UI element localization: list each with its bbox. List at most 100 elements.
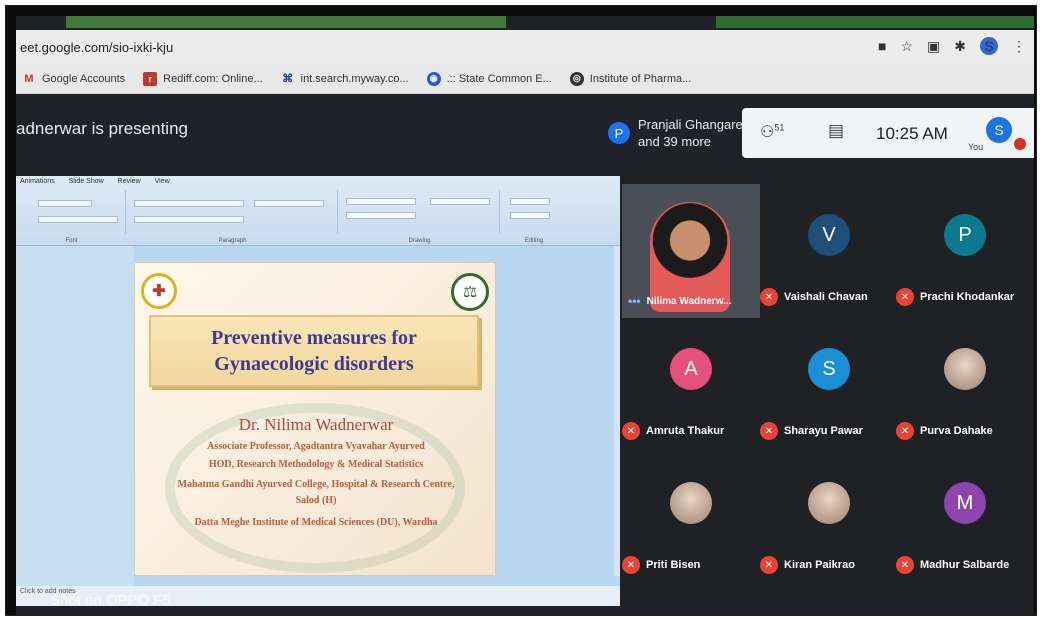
slide-title-line2: Gynaecologic disorders [214, 353, 414, 375]
mic-off-icon: ✕ [896, 422, 914, 440]
participant-tile[interactable]: A ✕ Amruta Thakur [622, 318, 760, 452]
recording-indicator [1014, 138, 1026, 150]
participant-photo [944, 348, 986, 390]
participant-video-tile[interactable]: ••• Nilima Wadnerw... [622, 184, 760, 318]
bookmark-myway[interactable]: ⌘ int.search.myway.co... [281, 72, 409, 86]
slide-title-box: Preventive measures for Gynaecologic dis… [149, 315, 479, 387]
monitor-screen: eet.google.com/sio-ixki-kju ■ ☆ ▣ ✱ S ⋮ … [16, 16, 1034, 615]
ribbon-tab[interactable]: Animations [20, 178, 55, 185]
participant-photo [808, 482, 850, 524]
slide-thumbnail-pane[interactable] [16, 246, 134, 586]
mic-off-icon: ✕ [760, 422, 778, 440]
participant-name: Prachi Khodankar [920, 291, 1015, 303]
participant-name: Amruta Thakur [646, 425, 725, 437]
photo-frame: eet.google.com/sio-ixki-kju ■ ☆ ▣ ✱ S ⋮ … [5, 5, 1037, 616]
slide-title-line1: Preventive measures for [211, 327, 417, 349]
participant-name: Madhur Salbarde [920, 559, 1010, 571]
powerpoint-ribbon: Animations Slide Show Review View Font P… [16, 176, 620, 246]
participant-name-row: ✕ Prachi Khodankar [896, 288, 1014, 306]
participant-name-row: ••• Nilima Wadnerw... [628, 294, 731, 308]
participant-photo [670, 482, 712, 524]
university-logo-icon: ⚖ [451, 273, 489, 311]
presenting-label: adnerwar is presenting [16, 119, 188, 138]
mic-off-icon: ✕ [622, 422, 640, 440]
meeting-clock: 10:25 AM [876, 124, 948, 143]
people-icon: ⚇ [760, 124, 775, 141]
ribbon-tab[interactable]: Review [118, 178, 141, 185]
bookmark-institute-pharma[interactable]: ◎ Institute of Pharma... [569, 71, 691, 86]
participant-tile[interactable]: M ✕ Madhur Salbarde [896, 452, 1034, 586]
participant-tile[interactable]: ✕ Kiran Paikrao [760, 452, 898, 586]
participant-name-row: ✕ Priti Bisen [622, 556, 700, 574]
profile-avatar[interactable]: S [980, 37, 998, 55]
ribbon-group-editing: Editing [504, 190, 564, 244]
participant-name-row: ✕ Kiran Paikrao [760, 556, 855, 574]
current-slide: ✚ ⚖ Preventive measures for Gynaecologic… [134, 262, 496, 576]
participant-name-row: ✕ Amruta Thakur [622, 422, 724, 440]
ribbon-tab[interactable]: View [155, 178, 170, 185]
participant-name-row: ✕ Sharayu Pawar [760, 422, 863, 440]
participant-name: Sharayu Pawar [784, 425, 863, 437]
people-button[interactable]: ⚇51 [760, 122, 784, 142]
people-count: 51 [774, 122, 785, 133]
ribbon-group-label: Paragraph [218, 238, 247, 244]
bookmark-state-common[interactable]: ◉ .:: State Common E... [426, 71, 552, 86]
slide-affiliation: Datta Meghe Institute of Medical Science… [194, 517, 438, 528]
bookmark-rediff[interactable]: r Rediff.com: Online... [143, 71, 263, 86]
url-text[interactable]: eet.google.com/sio-ixki-kju [20, 40, 173, 55]
participant-tile[interactable]: S ✕ Sharayu Pawar [760, 318, 898, 452]
presenter-info[interactable]: Pranjali Ghangare and 39 more [638, 116, 743, 150]
bookmark-label: Rediff.com: Online... [163, 72, 263, 85]
mic-off-icon: ✕ [622, 556, 640, 574]
meet-header: adnerwar is presenting P Pranjali Ghanga… [16, 94, 1034, 158]
participant-name: Nilima Wadnerw... [646, 295, 732, 307]
ribbon-group-label: Editing [524, 238, 544, 244]
participant-tile[interactable]: P ✕ Prachi Khodankar [896, 184, 1034, 318]
chat-button[interactable]: ▤ [828, 121, 844, 141]
slide-scrollbar[interactable] [614, 246, 620, 576]
puzzle-icon[interactable]: ✱ [954, 38, 966, 55]
ribbon-tabs: Animations Slide Show Review View [20, 178, 170, 185]
bookmarks-bar: M Google Accounts r Rediff.com: Online..… [16, 64, 1034, 94]
participant-tile[interactable]: ✕ Priti Bisen [622, 452, 760, 586]
presented-screen: Animations Slide Show Review View Font P… [16, 176, 620, 606]
slide-affiliation: Mahatma Gandhi Ayurved College, Hospital… [177, 479, 455, 490]
self-avatar[interactable]: S [986, 117, 1012, 143]
mic-off-icon: ✕ [896, 288, 914, 306]
presenter-avatar: P [608, 122, 630, 144]
ribbon-group-drawing: Drawing [340, 190, 500, 244]
tab-strip-right [716, 16, 1034, 28]
participant-name: Priti Bisen [646, 559, 701, 571]
myway-icon: ⌘ [282, 73, 294, 85]
participant-tile[interactable]: ✕ Purva Dahake [896, 318, 1034, 452]
world-icon: ◎ [569, 71, 584, 86]
presenter-name: Pranjali Ghangare [638, 117, 743, 132]
participant-name-row: ✕ Vaishali Chavan [760, 288, 868, 306]
chat-icon: ▤ [828, 121, 845, 140]
camera-icon[interactable]: ■ [878, 38, 886, 54]
camera-watermark: Shot on OPPO F5 [50, 592, 171, 609]
star-icon[interactable]: ☆ [900, 38, 913, 55]
ribbon-tab[interactable]: Slide Show [69, 178, 104, 185]
menu-icon[interactable]: ⋮ [1012, 38, 1026, 55]
slide-author: Dr. Nilima Wadnerwar [238, 415, 394, 434]
participant-avatar: V [808, 214, 850, 256]
meet-controls-panel: ⚇51 ▤ 10:25 AM You S [742, 108, 1034, 158]
mic-off-icon: ✕ [760, 288, 778, 306]
more-options-icon[interactable]: ••• [628, 294, 641, 308]
slide-affiliation: HOD, Research Methodology & Medical Stat… [208, 459, 424, 470]
ribbon-group-label: Font [65, 238, 78, 244]
slide-affiliation: Associate Professor, Agadtantra Vyavahar… [207, 441, 425, 452]
bookmark-google-accounts[interactable]: M Google Accounts [22, 72, 125, 86]
participant-tile[interactable]: V ✕ Vaishali Chavan [760, 184, 898, 318]
presenter-more: and 39 more [638, 134, 711, 149]
participant-name: Kiran Paikrao [784, 559, 855, 571]
rediff-icon: r [143, 71, 158, 86]
you-label: You [968, 142, 984, 152]
participant-name: Purva Dahake [920, 425, 993, 437]
address-bar[interactable]: eet.google.com/sio-ixki-kju ■ ☆ ▣ ✱ S ⋮ [16, 30, 1034, 64]
slide-affiliation: Salod (H) [295, 495, 337, 506]
extension-icon[interactable]: ▣ [927, 38, 940, 55]
bookmark-label: int.search.myway.co... [300, 72, 409, 85]
address-bar-icons: ■ ☆ ▣ ✱ S ⋮ [878, 37, 1026, 55]
